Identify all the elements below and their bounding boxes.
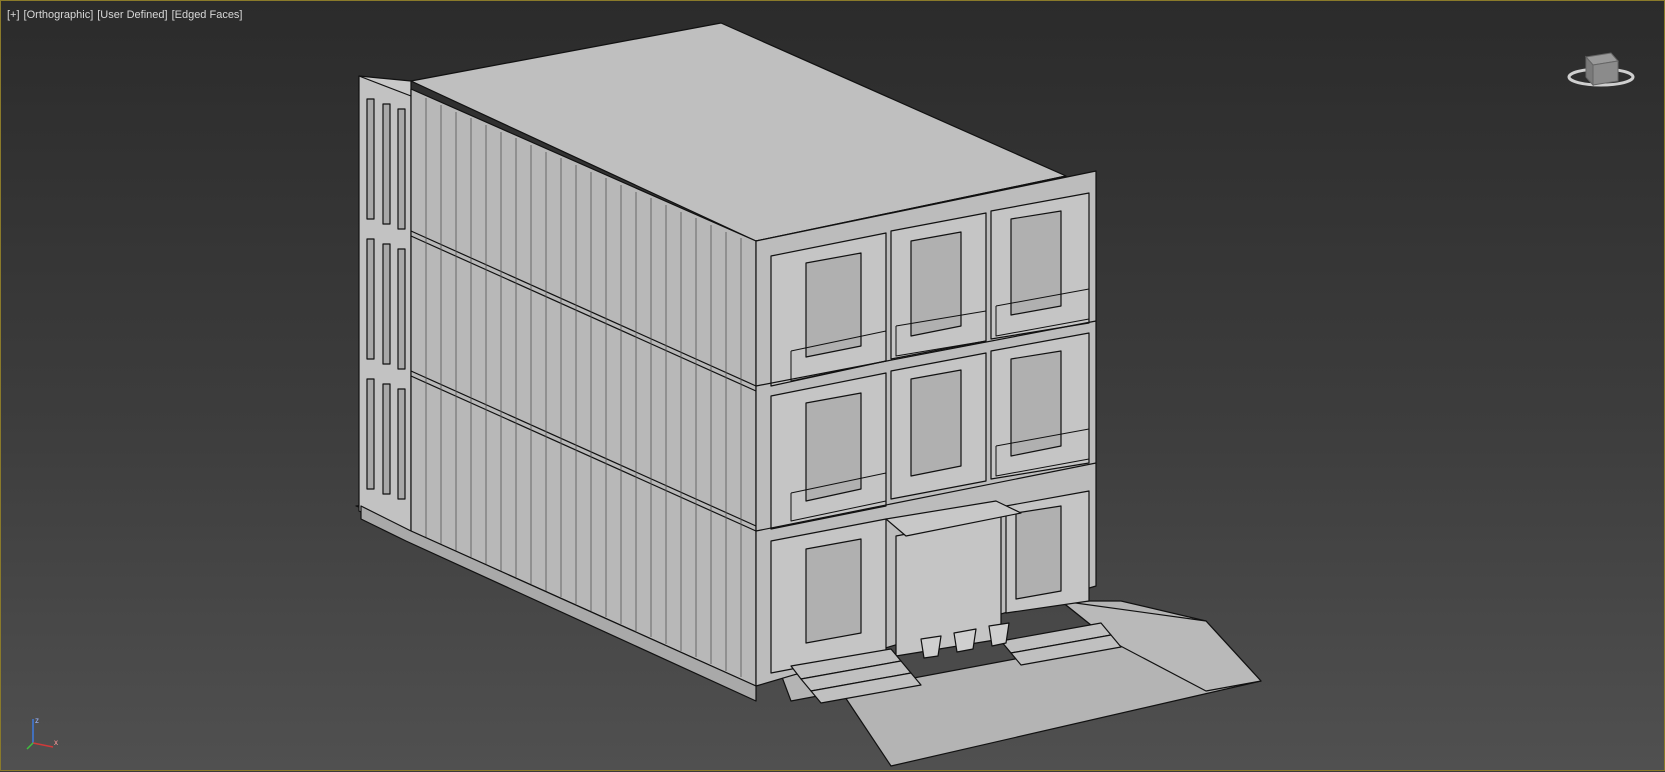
scene-model[interactable]	[1, 1, 1665, 772]
bay-low-2	[895, 515, 1002, 657]
perspective-viewport[interactable]: [+] [Orthographic] [User Defined] [Edged…	[0, 0, 1665, 771]
axis-x-label: x	[54, 738, 58, 747]
viewcube-icon[interactable]	[1566, 39, 1636, 99]
axis-z-label: z	[35, 716, 39, 725]
planter-3	[988, 622, 1010, 647]
side-tower-windows	[366, 98, 406, 500]
planter-2	[953, 628, 977, 653]
planter-1	[920, 635, 942, 659]
axis-tripod-icon: z x	[26, 716, 58, 750]
